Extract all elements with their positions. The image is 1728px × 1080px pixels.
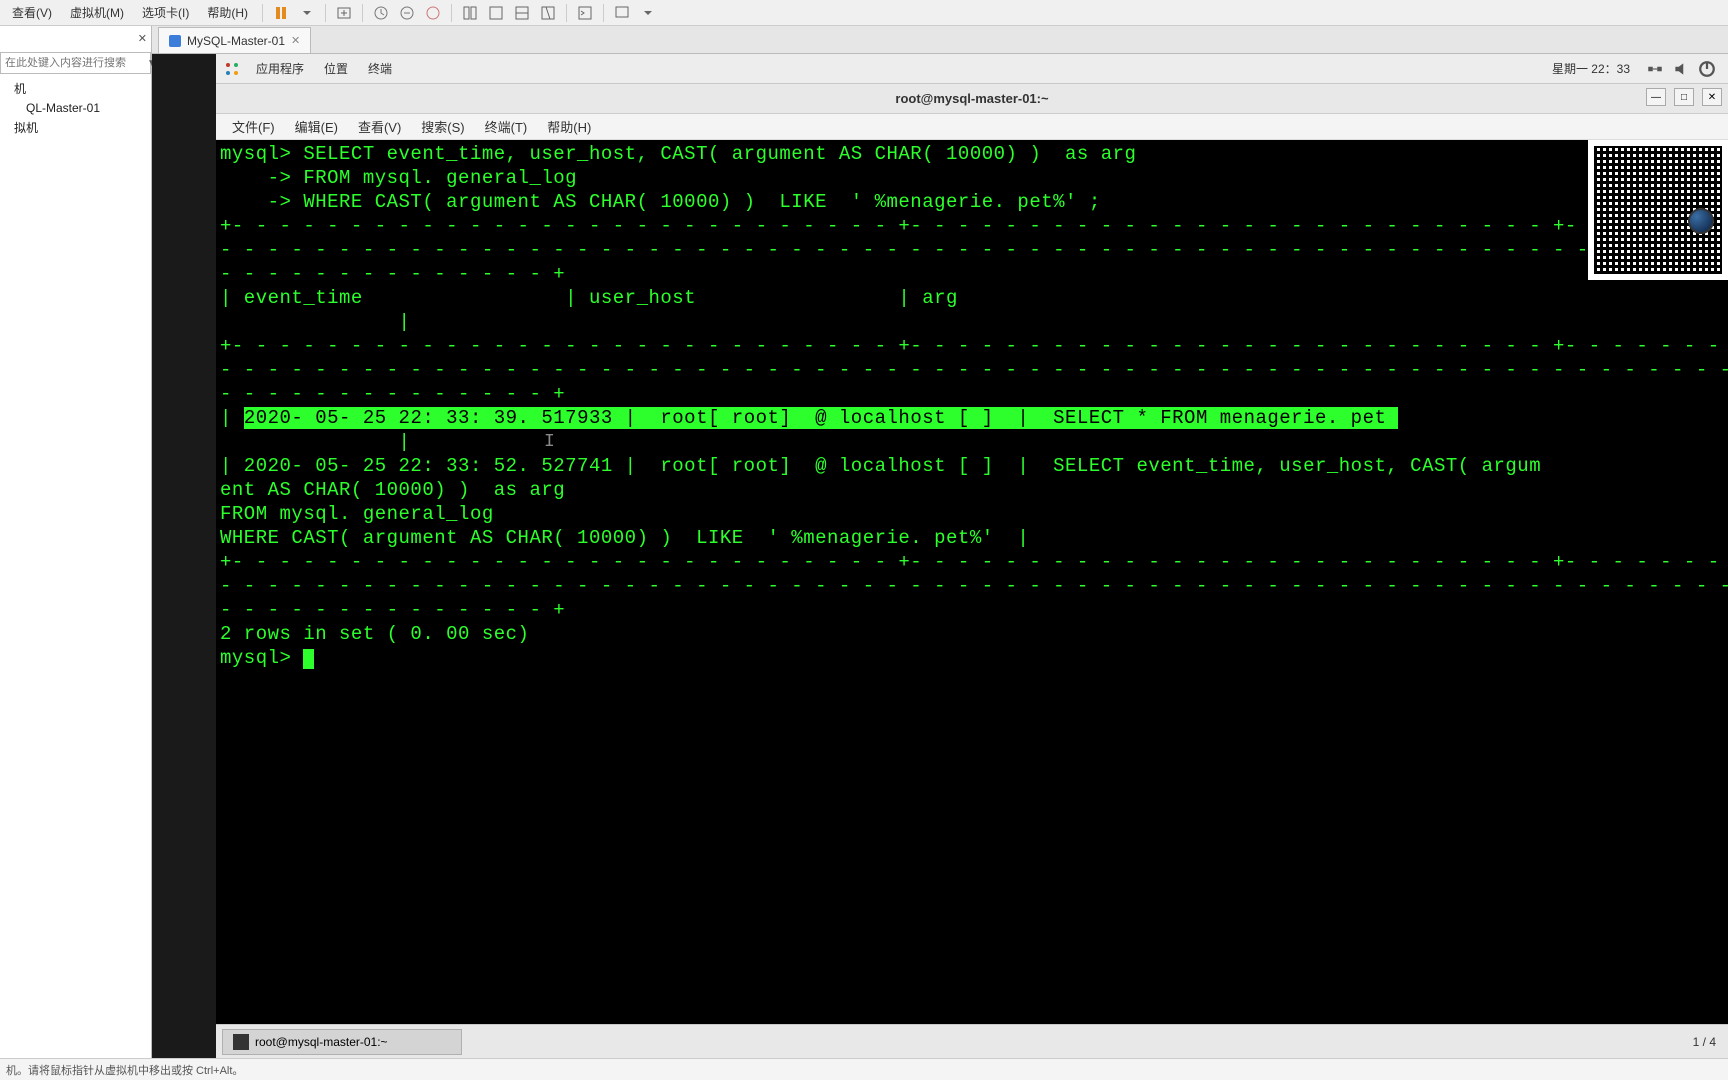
term-line: - - - - - - - - - - - - - - - - - - - - … — [220, 238, 1724, 262]
term-line: - - - - - - - - - - - - - - - - - - - - … — [220, 574, 1724, 598]
close-icon[interactable]: ✕ — [138, 32, 147, 45]
search-row: ▼ — [0, 52, 151, 74]
tree-node-host[interactable]: 机 — [2, 78, 149, 99]
maximize-button[interactable]: □ — [1674, 88, 1694, 106]
tab-mysql-master[interactable]: MySQL-Master-01 ✕ — [158, 27, 311, 53]
term-menu-help[interactable]: 帮助(H) — [537, 115, 601, 138]
ibeam-cursor-icon: I — [544, 430, 555, 454]
guest-left-edge — [152, 54, 216, 1058]
guest-taskbar: root@mysql-master-01:~ 1 / 4 — [216, 1024, 1728, 1058]
power-icon[interactable] — [1698, 60, 1716, 78]
separator — [362, 4, 363, 22]
separator — [451, 4, 452, 22]
terminal-window: root@mysql-master-01:~ — □ ✕ 文件(F) 编辑(E)… — [216, 84, 1728, 1024]
menu-applications[interactable]: 应用程序 — [246, 56, 314, 81]
vm-icon — [169, 35, 181, 47]
fullscreen-icon[interactable] — [610, 3, 634, 23]
term-line: +- - - - - - - - - - - - - - - - - - - -… — [220, 334, 1724, 358]
search-input[interactable] — [5, 57, 147, 69]
term-line: | event_time | user_host | arg — [220, 286, 1724, 310]
term-line: | — [220, 430, 1724, 454]
status-text: 机。请将鼠标指针从虚拟机中移出或按 Ctrl+Alt。 — [6, 1062, 243, 1078]
revert-icon[interactable] — [395, 3, 419, 23]
dropdown-icon[interactable] — [295, 3, 319, 23]
menu-places[interactable]: 位置 — [314, 56, 358, 81]
dropdown2-icon[interactable] — [636, 3, 660, 23]
window-title: root@mysql-master-01:~ — [895, 91, 1048, 106]
menu-vm[interactable]: 虚拟机(M) — [62, 2, 132, 23]
volume-icon[interactable] — [1672, 60, 1690, 78]
vm-status-bar: 机。请将鼠标指针从虚拟机中移出或按 Ctrl+Alt。 — [0, 1058, 1728, 1080]
term-line: +- - - - - - - - - - - - - - - - - - - -… — [220, 550, 1724, 574]
term-line: | 2020- 05- 25 22: 33: 52. 527741 | root… — [220, 454, 1724, 478]
tree-node-vm[interactable]: QL-Master-01 — [2, 99, 149, 117]
menu-tabs[interactable]: 选项卡(I) — [134, 2, 197, 23]
main-area: MySQL-Master-01 ✕ 应用程序 位置 终端 星期一 22：33 r… — [152, 26, 1728, 1058]
manage-icon[interactable] — [421, 3, 445, 23]
menu-terminal[interactable]: 终端 — [358, 56, 402, 81]
term-prompt-line: mysql> — [220, 646, 1724, 670]
terminal-menubar: 文件(F) 编辑(E) 查看(V) 搜索(S) 终端(T) 帮助(H) — [216, 114, 1728, 140]
vm-tree: 机 QL-Master-01 拟机 — [0, 74, 151, 142]
term-line: - - - - - - - - - - - - - - + — [220, 382, 1724, 406]
clock-label[interactable]: 星期一 22：33 — [1552, 60, 1630, 77]
separator — [603, 4, 604, 22]
term-menu-terminal[interactable]: 终端(T) — [475, 115, 538, 138]
term-line: - - - - - - - - - - - - - - + — [220, 598, 1724, 622]
term-line: -> WHERE CAST( argument AS CHAR( 10000) … — [220, 190, 1724, 214]
close-button[interactable]: ✕ — [1702, 88, 1722, 106]
layout1-icon[interactable] — [458, 3, 482, 23]
minimize-button[interactable]: — — [1646, 88, 1666, 106]
menu-help[interactable]: 帮助(H) — [199, 2, 256, 23]
separator — [325, 4, 326, 22]
menu-view[interactable]: 查看(V) — [4, 2, 60, 23]
highlighted-text: 2020- 05- 25 22: 33: 39. 517933 | root[ … — [244, 407, 1398, 429]
tab-label: MySQL-Master-01 — [187, 34, 285, 48]
pause-icon[interactable] — [269, 3, 293, 23]
term-menu-file[interactable]: 文件(F) — [222, 115, 285, 138]
vm-menubar: 查看(V) 虚拟机(M) 选项卡(I) 帮助(H) — [0, 0, 1728, 26]
guest-desktop: 应用程序 位置 终端 星期一 22：33 root@mysql-master-0… — [152, 54, 1728, 1058]
term-menu-search[interactable]: 搜索(S) — [411, 115, 474, 138]
vm-library-sidebar: ✕ ▼ 机 QL-Master-01 拟机 — [0, 26, 152, 1058]
term-line: 2 rows in set ( 0. 00 sec) — [220, 622, 1724, 646]
console-icon[interactable] — [573, 3, 597, 23]
close-icon[interactable]: ✕ — [291, 34, 300, 47]
terminal-body[interactable]: mysql> SELECT event_time, user_host, CAS… — [216, 140, 1728, 1024]
term-line: - - - - - - - - - - - - - - - - - - - - … — [220, 358, 1724, 382]
term-line: - - - - - - - - - - - - - - + — [220, 262, 1724, 286]
tab-strip: MySQL-Master-01 ✕ — [152, 26, 1728, 54]
layout3-icon[interactable] — [510, 3, 534, 23]
layout2-icon[interactable] — [484, 3, 508, 23]
qr-code — [1588, 140, 1728, 280]
snapshot-icon[interactable] — [369, 3, 393, 23]
activities-icon[interactable] — [224, 61, 240, 77]
terminal-icon — [233, 1034, 249, 1050]
term-line: WHERE CAST( argument AS CHAR( 10000) ) L… — [220, 526, 1724, 550]
gnome-top-panel: 应用程序 位置 终端 星期一 22：33 — [216, 54, 1728, 84]
term-menu-edit[interactable]: 编辑(E) — [285, 115, 348, 138]
term-line: | — [220, 310, 1724, 334]
earth-icon — [1688, 208, 1714, 234]
window-buttons: — □ ✕ — [1646, 88, 1722, 106]
term-line: ent AS CHAR( 10000) ) as arg — [220, 478, 1724, 502]
terminal-titlebar[interactable]: root@mysql-master-01:~ — □ ✕ — [216, 84, 1728, 114]
term-line-highlighted: | 2020- 05- 25 22: 33: 39. 517933 | root… — [220, 406, 1724, 430]
term-line: -> FROM mysql. general_log — [220, 166, 1724, 190]
send-key-icon[interactable] — [332, 3, 356, 23]
term-line: mysql> SELECT event_time, user_host, CAS… — [220, 142, 1724, 166]
taskbar-item-label: root@mysql-master-01:~ — [255, 1035, 388, 1049]
separator — [566, 4, 567, 22]
separator — [262, 4, 263, 22]
term-line: +- - - - - - - - - - - - - - - - - - - -… — [220, 214, 1724, 238]
layout4-icon[interactable] — [536, 3, 560, 23]
workspace-indicator[interactable]: 1 / 4 — [1693, 1035, 1716, 1049]
taskbar-item-terminal[interactable]: root@mysql-master-01:~ — [222, 1029, 462, 1055]
network-icon[interactable] — [1646, 60, 1664, 78]
term-menu-view[interactable]: 查看(V) — [348, 115, 411, 138]
cursor-icon — [303, 649, 314, 669]
tree-node-vms[interactable]: 拟机 — [2, 117, 149, 138]
term-line: FROM mysql. general_log — [220, 502, 1724, 526]
